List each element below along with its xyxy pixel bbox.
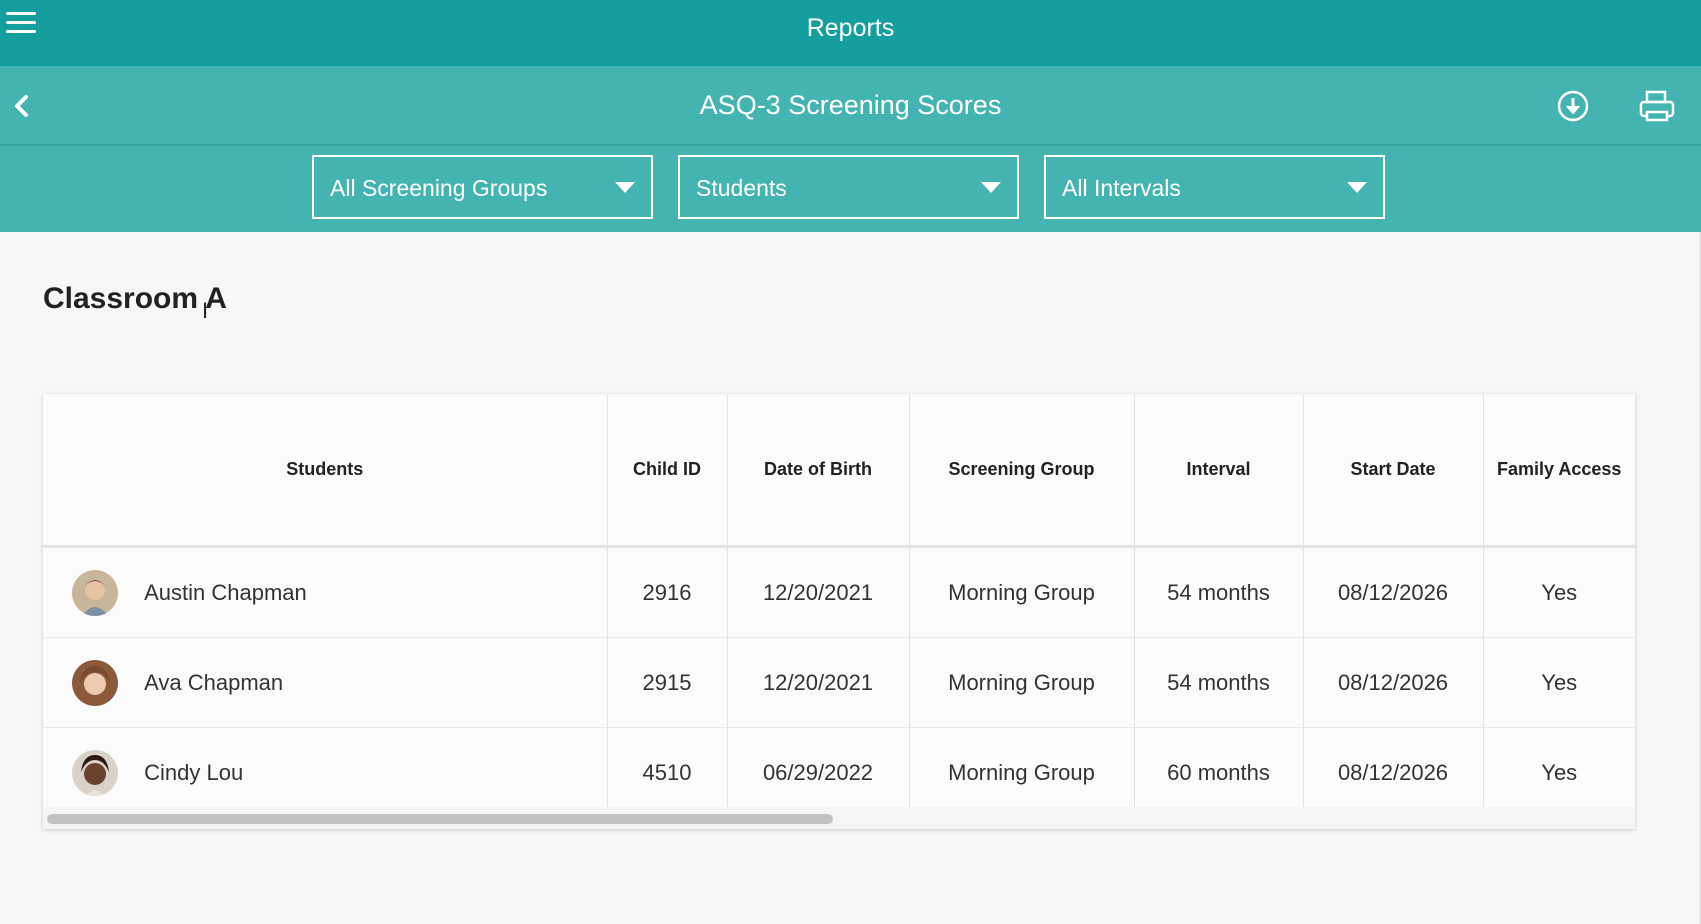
classroom-title: Classroom A	[43, 282, 227, 315]
student-name: Austin Chapman	[144, 579, 307, 605]
column-header-dob[interactable]: Date of Birth	[727, 394, 910, 548]
dob-cell: 06/29/2022	[727, 727, 910, 818]
student-cell[interactable]: Cindy Lou	[43, 727, 608, 818]
avatar	[72, 749, 118, 796]
intervals-dropdown[interactable]: All Intervals	[1044, 155, 1385, 219]
filter-bar: All Screening Groups Students All Interv…	[0, 146, 1701, 232]
report-header: ASQ-3 Screening Scores	[0, 66, 1701, 146]
student-name: Ava Chapman	[144, 669, 284, 695]
scrollbar-thumb[interactable]	[47, 814, 833, 824]
printer-icon[interactable]	[1637, 88, 1677, 124]
table-row[interactable]: Ava Chapman 2915 12/20/2021 Morning Grou…	[43, 637, 1635, 728]
child-id-cell: 2916	[607, 546, 728, 638]
dob-cell: 12/20/2021	[727, 637, 910, 728]
students-table-card: Students Child ID Date of Birth Screenin…	[43, 394, 1635, 829]
column-header-screening-group[interactable]: Screening Group	[909, 394, 1135, 548]
caret-down-icon	[1347, 182, 1367, 193]
column-header-family-access[interactable]: Family Access	[1483, 394, 1635, 548]
screening-group-cell: Morning Group	[909, 727, 1135, 818]
start-date-cell: 08/12/2026	[1303, 727, 1484, 818]
caret-down-icon	[981, 182, 1001, 193]
table-row[interactable]: Cindy Lou 4510 06/29/2022 Morning Group …	[43, 727, 1635, 818]
dob-cell: 12/20/2021	[727, 546, 910, 638]
dropdown-value: Students	[696, 175, 787, 201]
text-cursor-icon: I	[202, 298, 209, 323]
family-access-cell: Yes	[1483, 637, 1635, 728]
student-cell[interactable]: Ava Chapman	[43, 637, 608, 728]
avatar	[72, 659, 118, 706]
interval-cell: 60 months	[1134, 727, 1304, 818]
students-table: Students Child ID Date of Birth Screenin…	[43, 394, 1635, 818]
family-access-cell: Yes	[1483, 727, 1635, 818]
caret-down-icon	[615, 182, 635, 193]
download-icon[interactable]	[1555, 88, 1591, 124]
app-header: Reports	[0, 0, 1701, 66]
interval-cell: 54 months	[1134, 637, 1304, 728]
child-id-cell: 2915	[607, 637, 728, 728]
interval-cell: 54 months	[1134, 546, 1304, 638]
start-date-cell: 08/12/2026	[1303, 637, 1484, 728]
report-content: Classroom A I Students Child ID Date of …	[0, 232, 1701, 924]
child-id-cell: 4510	[607, 727, 728, 818]
column-header-start-date[interactable]: Start Date	[1303, 394, 1484, 548]
column-header-interval[interactable]: Interval	[1134, 394, 1304, 548]
start-date-cell: 08/12/2026	[1303, 546, 1484, 638]
student-cell[interactable]: Austin Chapman	[43, 546, 608, 638]
table-header-row: Students Child ID Date of Birth Screenin…	[43, 394, 1635, 548]
column-header-child-id[interactable]: Child ID	[607, 394, 728, 548]
screening-group-cell: Morning Group	[909, 637, 1135, 728]
avatar	[72, 569, 118, 616]
screening-groups-dropdown[interactable]: All Screening Groups	[312, 155, 653, 219]
horizontal-scrollbar[interactable]	[43, 807, 1635, 829]
dropdown-value: All Intervals	[1062, 175, 1181, 201]
table-row[interactable]: Austin Chapman 2916 12/20/2021 Morning G…	[43, 546, 1635, 638]
dropdown-value: All Screening Groups	[330, 175, 548, 201]
family-access-cell: Yes	[1483, 546, 1635, 638]
screening-group-cell: Morning Group	[909, 546, 1135, 638]
column-header-students[interactable]: Students	[43, 394, 608, 548]
app-title: Reports	[806, 14, 895, 42]
student-name: Cindy Lou	[144, 759, 244, 785]
report-title: ASQ-3 Screening Scores	[699, 90, 1002, 120]
students-dropdown[interactable]: Students	[678, 155, 1019, 219]
